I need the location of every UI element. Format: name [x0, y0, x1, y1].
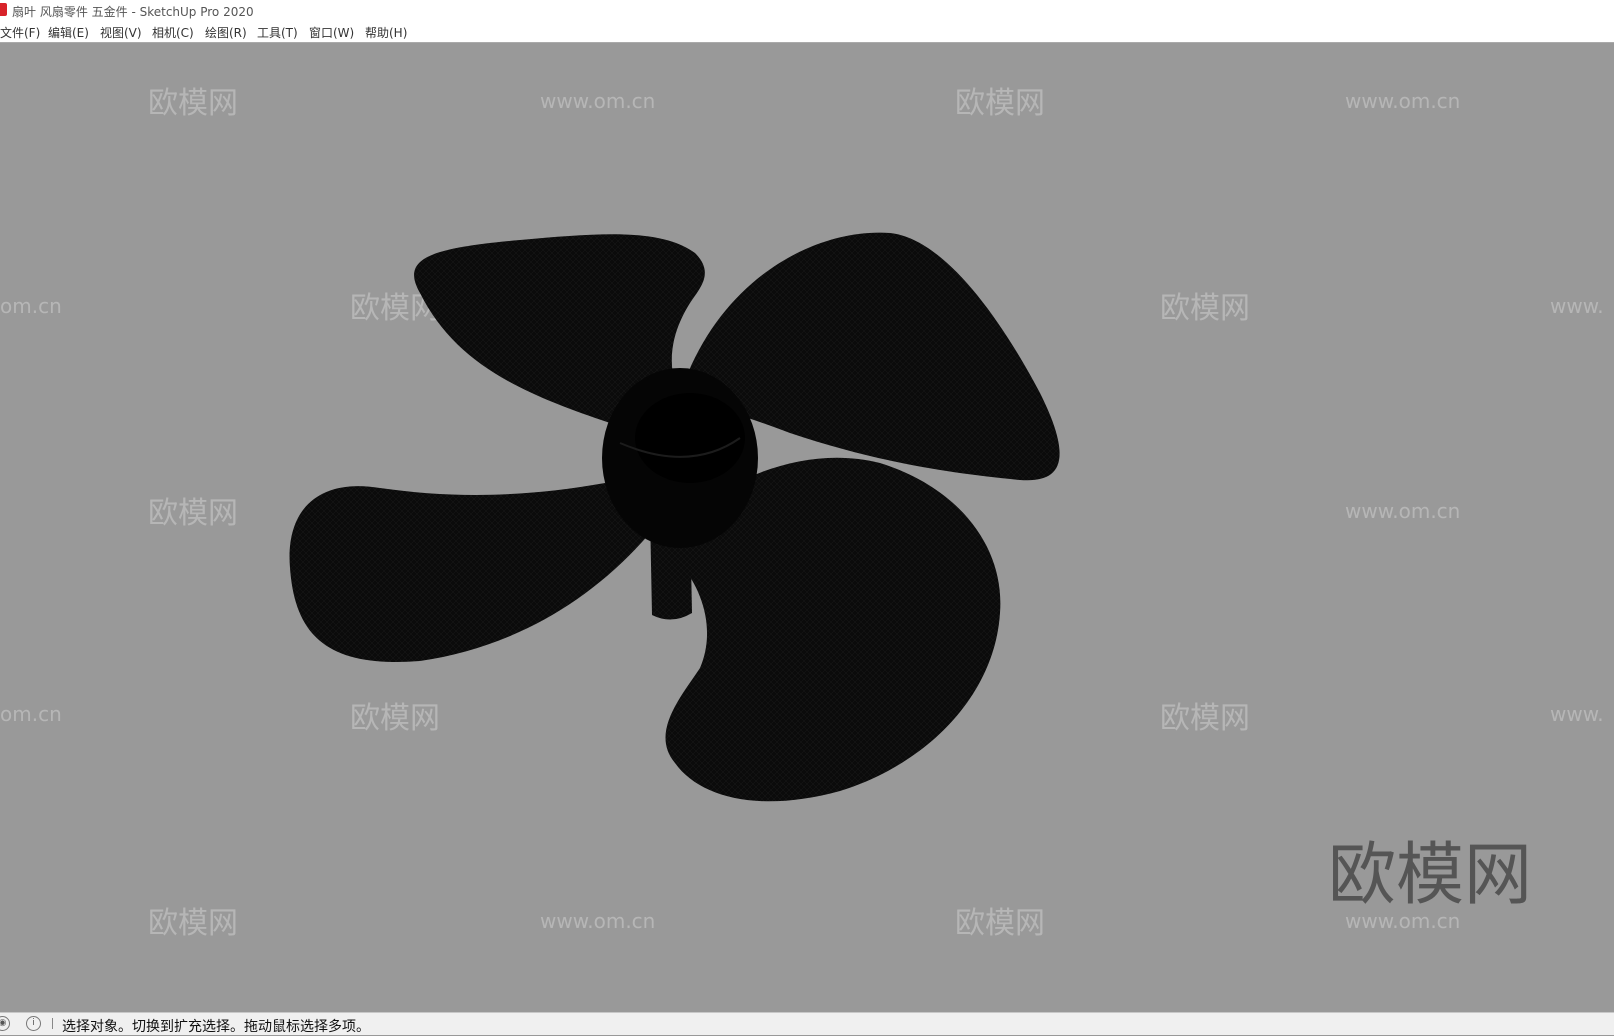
3d-viewport[interactable]: 欧模网 www.om.cn 欧模网 www.om.cn om.cn 欧模网 欧模…: [0, 43, 1614, 1012]
watermark-logo-large: 欧模网: [1328, 836, 1532, 915]
svg-text:www.om.cn: www.om.cn: [1345, 89, 1460, 113]
svg-text:www.: www.: [1550, 294, 1604, 318]
svg-text:www.: www.: [1550, 702, 1604, 726]
menu-file[interactable]: 文件(F): [0, 24, 40, 41]
geo-location-icon[interactable]: ◉: [0, 1016, 10, 1031]
svg-text:欧模网: 欧模网: [350, 701, 440, 736]
svg-text:欧模网: 欧模网: [148, 906, 238, 941]
title-bar: 扇叶 风扇零件 五金件 - SketchUp Pro 2020: [0, 0, 1614, 22]
menu-draw[interactable]: 绘图(R): [205, 24, 247, 41]
fan-blade-left: [289, 483, 650, 662]
svg-text:om.cn: om.cn: [0, 702, 62, 726]
status-separator: [52, 1018, 53, 1029]
menu-camera[interactable]: 相机(C): [152, 24, 194, 41]
menu-view[interactable]: 视图(V): [100, 24, 142, 41]
window-title: 扇叶 风扇零件 五金件 - SketchUp Pro 2020: [12, 5, 254, 19]
svg-text:www.om.cn: www.om.cn: [540, 909, 655, 933]
svg-text:欧模网: 欧模网: [955, 86, 1045, 121]
svg-text:欧模网: 欧模网: [148, 496, 238, 531]
svg-text:欧模网: 欧模网: [1160, 701, 1250, 736]
svg-text:欧模网: 欧模网: [148, 86, 238, 121]
svg-text:www.om.cn: www.om.cn: [540, 89, 655, 113]
viewport-canvas[interactable]: 欧模网 www.om.cn 欧模网 www.om.cn om.cn 欧模网 欧模…: [0, 43, 1614, 1012]
svg-text:欧模网: 欧模网: [1160, 291, 1250, 326]
menu-edit[interactable]: 编辑(E): [48, 24, 89, 41]
svg-text:om.cn: om.cn: [0, 294, 62, 318]
svg-text:欧模网: 欧模网: [955, 906, 1045, 941]
status-bar: ◉ i 选择对象。切换到扩充选择。拖动鼠标选择多项。: [0, 1012, 1614, 1035]
menu-tools[interactable]: 工具(T): [257, 24, 298, 41]
info-icon[interactable]: i: [26, 1016, 41, 1031]
svg-text:www.om.cn: www.om.cn: [1345, 499, 1460, 523]
fan-hub-cap: [635, 393, 745, 483]
menu-help[interactable]: 帮助(H): [365, 24, 407, 41]
status-message: 选择对象。切换到扩充选择。拖动鼠标选择多项。: [62, 1019, 370, 1035]
menu-bar: 文件(F) 编辑(E) 视图(V) 相机(C) 绘图(R) 工具(T) 窗口(W…: [0, 22, 1614, 43]
sketchup-logo-icon: [0, 3, 7, 16]
svg-text:欧模网: 欧模网: [1328, 836, 1532, 915]
menu-window[interactable]: 窗口(W): [309, 24, 354, 41]
